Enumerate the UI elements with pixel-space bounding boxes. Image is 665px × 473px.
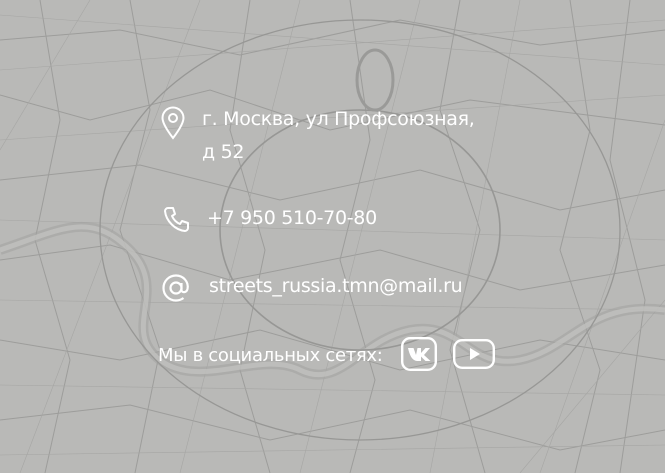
at-sign-icon — [161, 273, 191, 303]
address-line-1: г. Москва, ул Профсоюзная, — [202, 108, 475, 130]
youtube-button[interactable] — [452, 339, 495, 373]
address-row: г. Москва, ул Профсоюзная, д 52 — [160, 103, 475, 169]
phone-link[interactable]: +7 950 510-70-80 — [207, 202, 377, 235]
youtube-icon — [452, 339, 495, 373]
email-link[interactable]: streets_russia.tmn@mail.ru — [209, 270, 463, 303]
vk-icon — [400, 337, 437, 375]
address-text: г. Москва, ул Профсоюзная, д 52 — [202, 103, 475, 169]
map-pin-icon — [160, 106, 186, 140]
phone-icon — [163, 205, 191, 233]
phone-row: +7 950 510-70-80 — [163, 205, 377, 235]
city-map-background — [0, 0, 665, 473]
address-line-2: д 52 — [202, 141, 245, 163]
vk-button[interactable] — [400, 337, 437, 375]
social-row: Мы в социальных сетях: — [158, 337, 495, 375]
social-label: Мы в социальных сетях: — [158, 345, 383, 366]
email-row: streets_russia.tmn@mail.ru — [161, 270, 463, 303]
